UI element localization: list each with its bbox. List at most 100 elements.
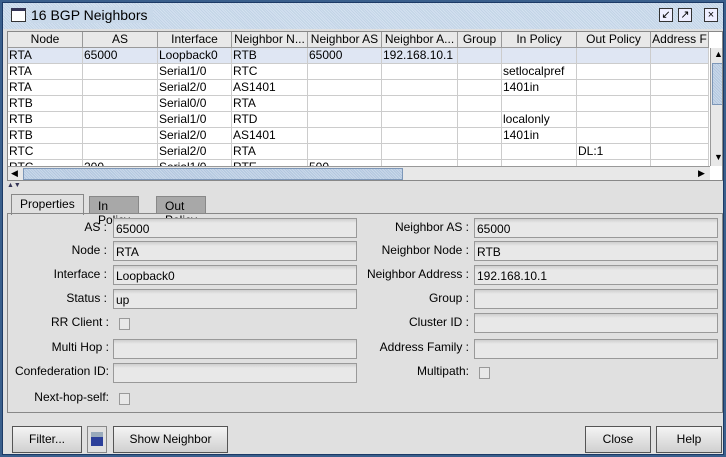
column-header[interactable]: In Policy bbox=[502, 32, 577, 47]
table-cell bbox=[577, 112, 651, 128]
table-cell bbox=[382, 144, 458, 160]
help-button[interactable]: Help bbox=[656, 426, 722, 453]
table-cell: 192.168.10.1 bbox=[382, 48, 458, 64]
as-field[interactable]: 65000 bbox=[113, 218, 357, 238]
table-row[interactable]: RTB Serial0/0 RTA bbox=[8, 96, 709, 112]
cluster-id-field[interactable] bbox=[474, 313, 718, 333]
table-cell: 1401in bbox=[502, 128, 577, 144]
bgp-neighbors-window: 16 BGP Neighbors ↙ ↗ × Node AS Interface Ne… bbox=[2, 2, 724, 455]
table-cell: Serial1/0 bbox=[158, 112, 232, 128]
address-family-label: Address Family : bbox=[379, 340, 469, 354]
group-field[interactable] bbox=[474, 289, 718, 309]
table-cell bbox=[83, 96, 158, 112]
next-hop-self-checkbox[interactable] bbox=[119, 393, 130, 405]
scroll-thumb[interactable] bbox=[712, 63, 722, 105]
neighbor-as-field[interactable]: 65000 bbox=[474, 218, 718, 238]
minimize-icon[interactable]: ↙ bbox=[659, 8, 673, 22]
close-icon[interactable]: × bbox=[704, 8, 718, 22]
table-cell bbox=[577, 64, 651, 80]
table-row[interactable]: RTB Serial2/0 AS1401 1401in bbox=[8, 128, 709, 144]
table-cell bbox=[382, 64, 458, 80]
title-bar: 16 BGP Neighbors ↙ ↗ × bbox=[3, 3, 723, 29]
neighbor-node-label: Neighbor Node : bbox=[381, 243, 469, 257]
scroll-left-icon[interactable]: ◀ bbox=[11, 168, 18, 179]
multipath-label: Multipath: bbox=[416, 364, 469, 378]
table-cell: Serial2/0 bbox=[158, 144, 232, 160]
rr-client-label: RR Client : bbox=[50, 315, 109, 329]
neighbor-address-label: Neighbor Address : bbox=[366, 267, 469, 281]
save-button[interactable] bbox=[87, 426, 107, 453]
table-cell bbox=[651, 64, 709, 80]
column-header[interactable]: Interface bbox=[158, 32, 232, 47]
multi-hop-field[interactable] bbox=[113, 339, 357, 359]
scroll-down-icon[interactable]: ▼ bbox=[714, 152, 722, 162]
table-row[interactable]: RTA Serial1/0 RTC setlocalpref bbox=[8, 64, 709, 80]
close-button[interactable]: Close bbox=[585, 426, 651, 453]
table-cell bbox=[651, 96, 709, 112]
table-cell: AS1401 bbox=[232, 128, 308, 144]
scroll-thumb-h[interactable] bbox=[23, 168, 403, 180]
filter-button[interactable]: Filter... bbox=[12, 426, 82, 453]
column-header[interactable]: Neighbor A... bbox=[382, 32, 458, 47]
table-cell bbox=[308, 64, 382, 80]
tab-properties[interactable]: Properties bbox=[11, 194, 84, 215]
table-cell: 65000 bbox=[308, 48, 382, 64]
table-row[interactable]: RTB Serial1/0 RTD localonly bbox=[8, 112, 709, 128]
scroll-up-icon[interactable]: ▲ bbox=[714, 49, 722, 59]
table-cell bbox=[83, 112, 158, 128]
column-header[interactable]: Neighbor AS bbox=[308, 32, 382, 47]
interface-label: Interface : bbox=[53, 267, 107, 281]
split-divider[interactable]: ▲▼ bbox=[7, 182, 723, 189]
confederation-id-field[interactable] bbox=[113, 363, 357, 383]
show-neighbor-button[interactable]: Show Neighbor bbox=[113, 426, 228, 453]
table-cell bbox=[577, 48, 651, 64]
column-header[interactable]: AS bbox=[83, 32, 158, 47]
table-cell bbox=[502, 96, 577, 112]
status-label: Status : bbox=[66, 291, 107, 305]
node-field[interactable]: RTA bbox=[113, 241, 357, 261]
tab-in-policy[interactable]: In Policy bbox=[89, 196, 140, 227]
column-header[interactable]: Address F bbox=[651, 32, 709, 47]
table-cell bbox=[458, 96, 502, 112]
table-cell bbox=[382, 112, 458, 128]
neighbor-address-field[interactable]: 192.168.10.1 bbox=[474, 265, 718, 285]
column-header[interactable]: Node bbox=[8, 32, 83, 47]
horizontal-scrollbar[interactable]: ◀ ▶ bbox=[8, 166, 710, 180]
table-cell: DL:1 bbox=[577, 144, 651, 160]
table-cell bbox=[458, 112, 502, 128]
table-cell: RTA bbox=[232, 96, 308, 112]
next-hop-self-label: Next-hop-self: bbox=[34, 390, 109, 404]
confederation-id-label: Confederation ID: bbox=[14, 364, 109, 378]
table-cell bbox=[651, 112, 709, 128]
column-header[interactable]: Out Policy bbox=[577, 32, 651, 47]
table-cell bbox=[458, 144, 502, 160]
column-header[interactable]: Neighbor N... bbox=[232, 32, 308, 47]
as-label: AS : bbox=[84, 220, 107, 234]
table-cell bbox=[83, 64, 158, 80]
table-row[interactable]: RTA 65000 Loopback0 RTB 65000 192.168.10.1 bbox=[8, 48, 709, 64]
address-family-field[interactable] bbox=[474, 339, 718, 359]
window-icon bbox=[11, 8, 26, 22]
tab-out-policy[interactable]: Out Policy bbox=[156, 196, 206, 227]
table-cell bbox=[577, 128, 651, 144]
multipath-checkbox[interactable] bbox=[479, 367, 490, 379]
maximize-icon[interactable]: ↗ bbox=[678, 8, 692, 22]
interface-field[interactable]: Loopback0 bbox=[113, 265, 357, 285]
table-cell bbox=[308, 112, 382, 128]
table-cell bbox=[308, 128, 382, 144]
table-cell: RTB bbox=[8, 128, 83, 144]
table-cell: RTA bbox=[8, 48, 83, 64]
vertical-scrollbar[interactable]: ▲ ▼ bbox=[710, 48, 722, 166]
group-label: Group : bbox=[428, 291, 469, 305]
column-header[interactable]: Group bbox=[458, 32, 502, 47]
table-row[interactable]: RTA Serial2/0 AS1401 1401in bbox=[8, 80, 709, 96]
neighbor-as-label: Neighbor AS : bbox=[394, 220, 469, 234]
neighbor-node-field[interactable]: RTB bbox=[474, 241, 718, 261]
scroll-right-icon[interactable]: ▶ bbox=[698, 168, 705, 179]
table-row[interactable]: RTC Serial2/0 RTA DL:1 bbox=[8, 144, 709, 160]
rr-client-checkbox[interactable] bbox=[119, 318, 130, 330]
status-field[interactable]: up bbox=[113, 289, 357, 309]
table-cell bbox=[382, 96, 458, 112]
table-cell: 1401in bbox=[502, 80, 577, 96]
table-cell bbox=[651, 48, 709, 64]
